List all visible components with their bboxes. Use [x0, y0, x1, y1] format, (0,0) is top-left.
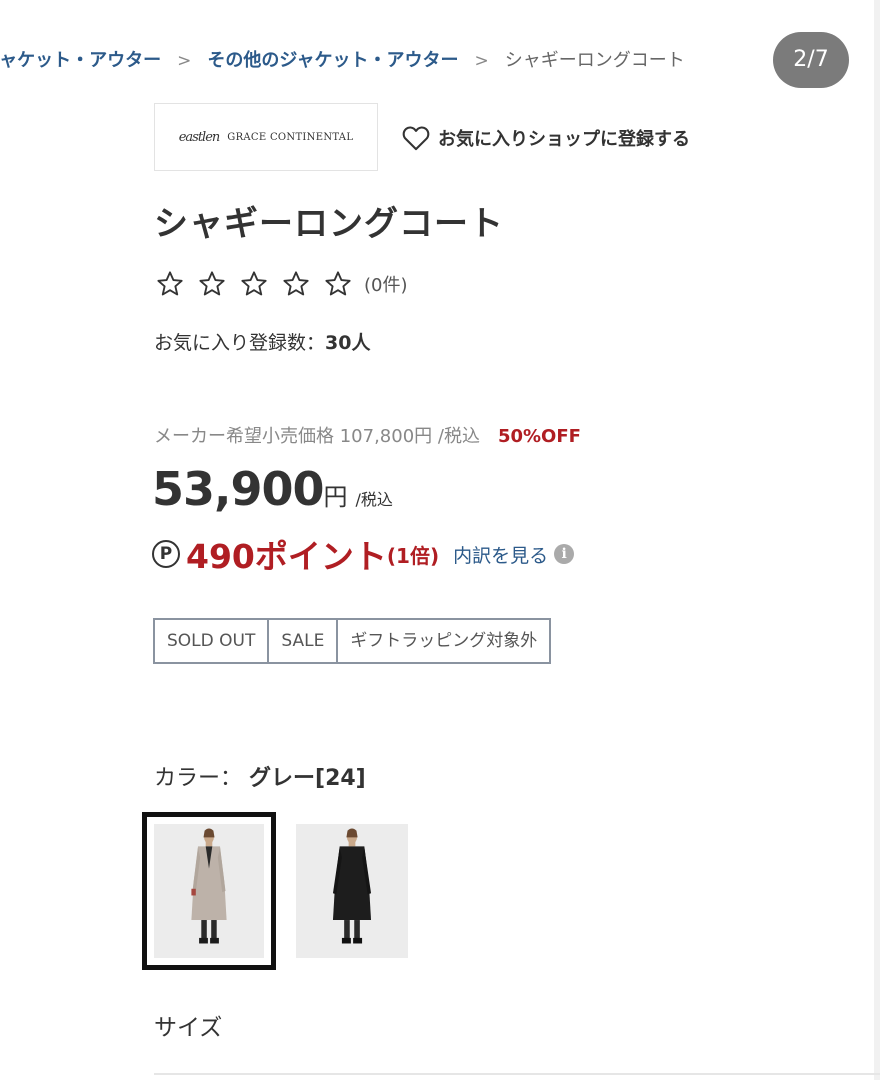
color-selector-label: カラー： グレー[24] — [154, 760, 366, 792]
star-empty-icon — [157, 271, 183, 296]
info-icon[interactable]: i — [554, 544, 575, 564]
points-row: P 490ポイント (1倍) 内訳を見る i — [152, 530, 575, 578]
shop-logo[interactable]: eastlen GRACE CONTINENTAL — [154, 103, 378, 171]
color-swatch-gray[interactable] — [142, 812, 276, 970]
discount-badge: 50%OFF — [497, 426, 581, 447]
star-empty-icon — [325, 271, 351, 296]
color-swatch-black[interactable] — [296, 824, 408, 958]
breadcrumb-link-jacket-outer[interactable]: ジャケット・アウター — [0, 50, 161, 71]
product-tags: SOLD OUT SALE ギフトラッピング対象外 — [153, 618, 552, 664]
breadcrumb-separator: > — [474, 51, 489, 71]
product-title: シャギーロングコート — [154, 204, 504, 244]
gray-coat-thumbnail — [154, 824, 264, 958]
price-value: 53,900 — [152, 462, 325, 516]
color-label: カラー： — [154, 766, 243, 791]
heart-icon — [402, 126, 430, 151]
divider — [154, 1073, 880, 1075]
favorite-count: お気に入り登録数：30人 — [154, 328, 370, 355]
sale-price: 53,900円/税込 — [152, 462, 393, 516]
price-tax-note: /税込 — [355, 490, 393, 509]
breadcrumb-link-other-jackets[interactable]: その他のジャケット・アウター — [207, 50, 458, 71]
favorite-shop-label: お気に入りショップに登録する — [438, 129, 690, 150]
point-icon: P — [152, 540, 180, 568]
favorite-shop-button[interactable]: お気に入りショップに登録する — [402, 125, 690, 151]
star-empty-icon — [283, 271, 309, 296]
favorite-count-label: お気に入り登録数： — [154, 332, 326, 354]
points-breakdown-link[interactable]: 内訳を見る — [453, 541, 548, 568]
image-page-counter: 2/7 — [773, 32, 849, 88]
breadcrumb-current: シャギーロングコート — [504, 50, 685, 71]
star-empty-icon — [241, 271, 267, 296]
points-multiplier: (1倍) — [386, 543, 440, 568]
black-coat-thumbnail — [296, 824, 408, 958]
scroll-edge — [874, 0, 880, 1080]
tag-gift-wrapping: ギフトラッピング対象外 — [350, 631, 538, 651]
points-value: 490ポイント — [186, 537, 387, 576]
star-empty-icon — [199, 271, 225, 296]
rating[interactable]: (0件) — [156, 270, 408, 298]
rating-count: (0件) — [364, 275, 408, 296]
favorite-count-value: 30人 — [325, 332, 371, 354]
shop-logo-text: GRACE CONTINENTAL — [227, 131, 354, 143]
list-price: メーカー希望小売価格 107,800円 /税込 50%OFF — [154, 422, 581, 448]
breadcrumb: ジャケット・アウター > その他のジャケット・アウター > シャギーロングコート — [0, 46, 685, 72]
size-label: サイズ — [154, 1015, 223, 1041]
price-currency: 円 — [323, 483, 348, 511]
tag-sold-out: SOLD OUT — [155, 620, 270, 662]
color-value: グレー[24] — [249, 766, 366, 791]
tag-sale: SALE — [269, 620, 339, 662]
shop-logo-mark: eastlen — [178, 129, 221, 145]
list-price-text: メーカー希望小売価格 107,800円 /税込 — [154, 426, 480, 447]
breadcrumb-separator: > — [177, 51, 192, 71]
